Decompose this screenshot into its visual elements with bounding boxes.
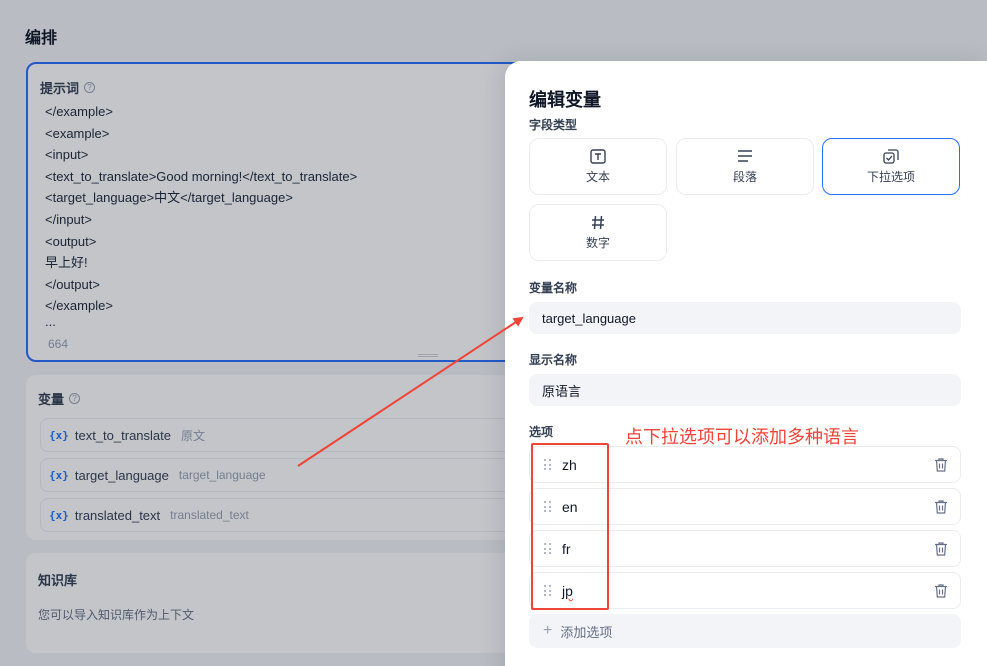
annotation-text: 点下拉选项可以添加多种语言	[625, 427, 859, 447]
display-name-label: 显示名称	[529, 353, 578, 367]
trash-icon[interactable]	[934, 541, 948, 557]
type-paragraph-button[interactable]: 段落	[676, 138, 814, 195]
type-label: 下拉选项	[866, 170, 915, 184]
add-option-button[interactable]: + 添加选项	[529, 614, 961, 648]
field-type-label: 字段类型	[529, 118, 578, 132]
options-label: 选项	[529, 425, 554, 439]
trash-icon[interactable]	[934, 583, 948, 599]
panel-title: 编辑变量	[529, 90, 601, 110]
type-label: 段落	[732, 170, 757, 184]
add-option-label: 添加选项	[560, 624, 613, 640]
type-number-button[interactable]: 数字	[529, 204, 667, 261]
type-select-button[interactable]: 下拉选项	[822, 138, 960, 195]
trash-icon[interactable]	[934, 457, 948, 473]
type-label: 数字	[585, 236, 610, 250]
var-name-input[interactable]	[529, 302, 961, 334]
annotation-highlight-box	[531, 443, 609, 610]
type-label: 文本	[585, 170, 610, 184]
var-name-label: 变量名称	[529, 281, 578, 295]
paragraph-icon	[737, 148, 753, 164]
hash-icon	[591, 214, 605, 230]
trash-icon[interactable]	[934, 499, 948, 515]
plus-icon: +	[543, 622, 553, 639]
text-type-icon	[590, 148, 606, 164]
select-checkbox-icon	[883, 148, 899, 164]
type-text-button[interactable]: 文本	[529, 138, 667, 195]
display-name-input[interactable]	[529, 374, 961, 406]
